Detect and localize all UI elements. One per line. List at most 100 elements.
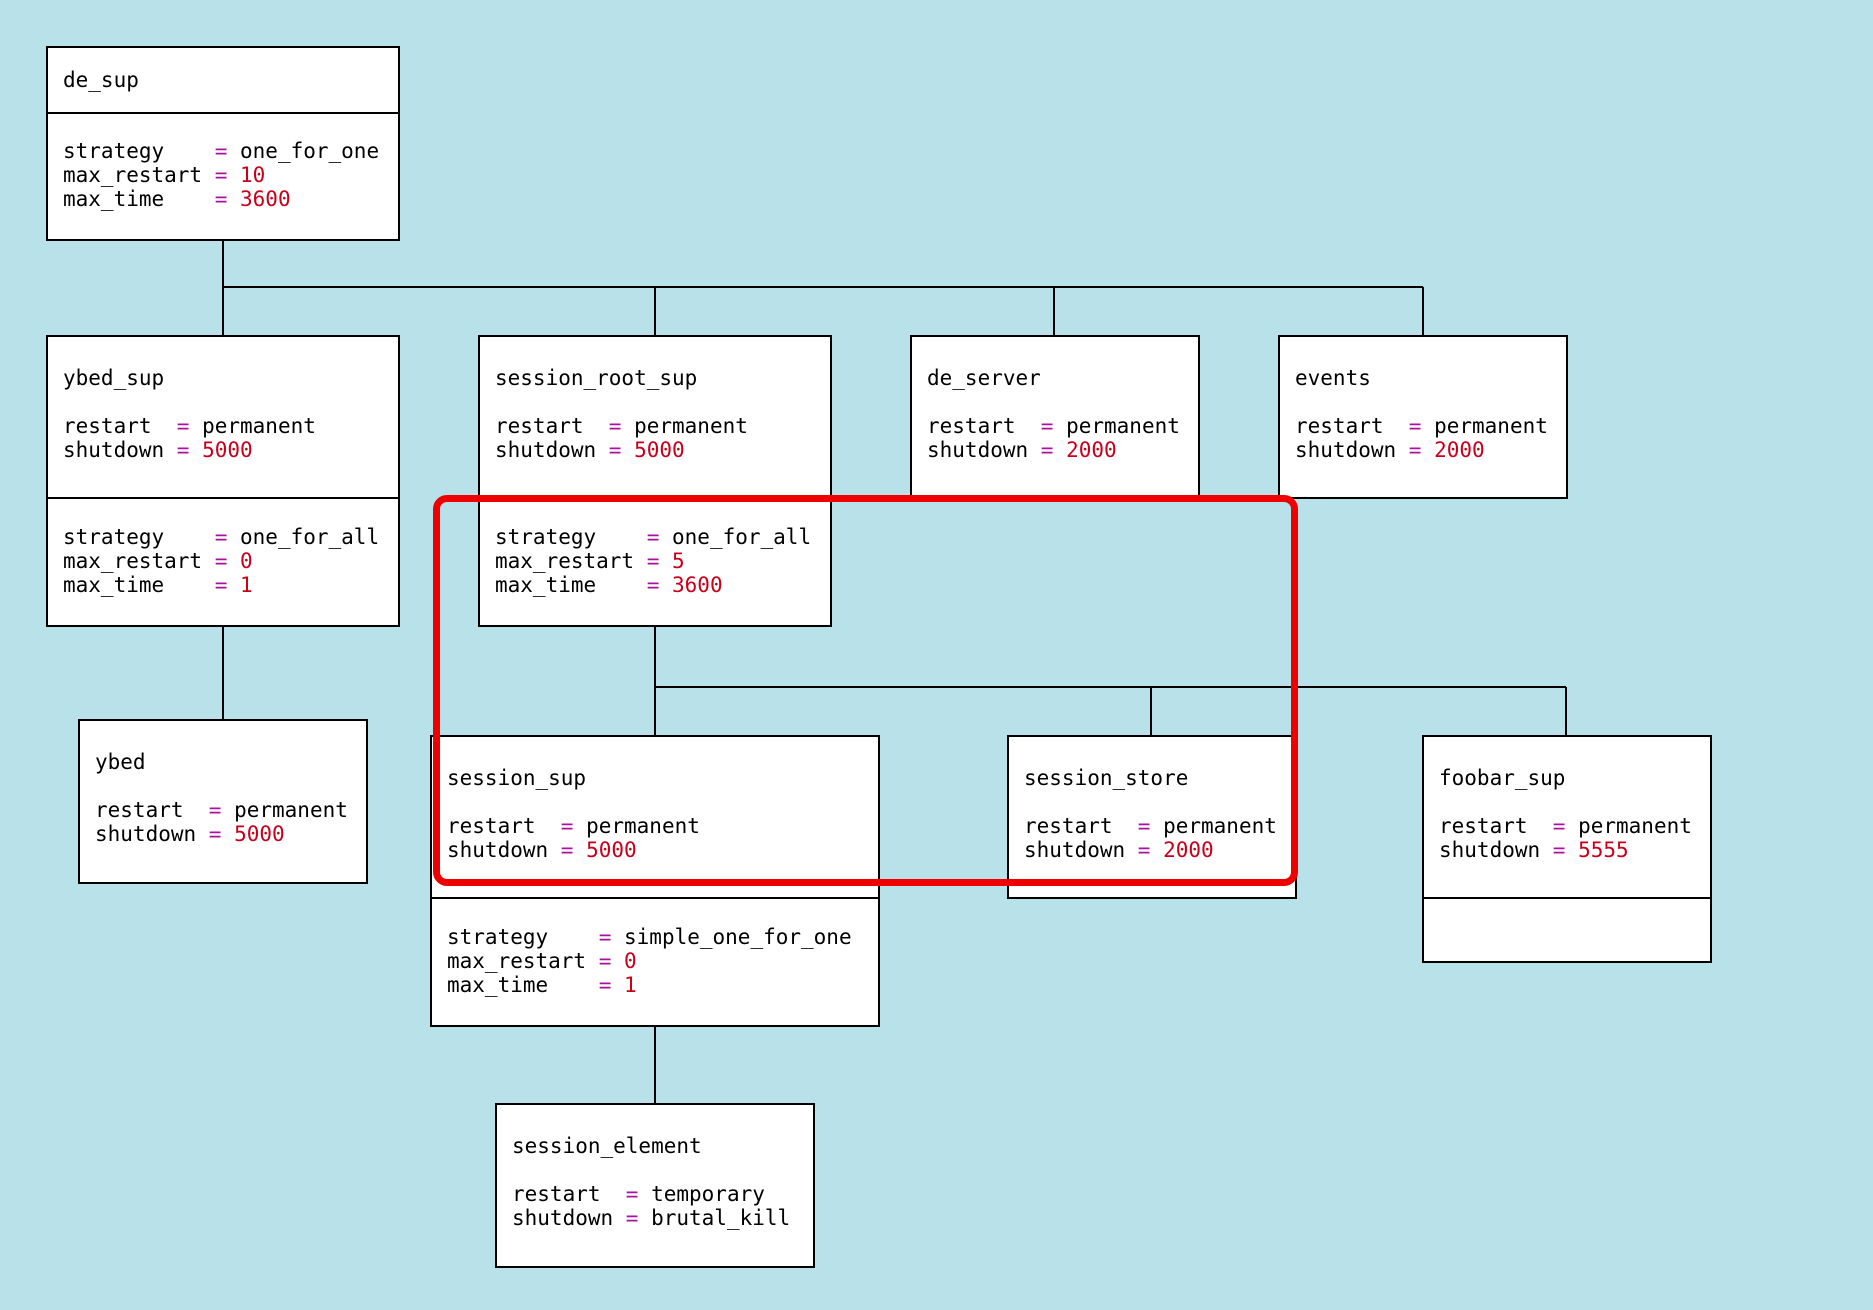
kv-equals: = <box>634 573 673 597</box>
node-title: session_root_sup <box>495 366 698 390</box>
node-child-spec: ybed restart = permanent shutdown = 5000 <box>80 721 366 882</box>
node-foobar-sup[interactable]: foobar_sup restart = permanent shutdown = … <box>1422 735 1712 963</box>
kv-value: 2000 <box>1434 438 1485 462</box>
kv-equals: = <box>1396 414 1435 438</box>
node-session-root-sup[interactable]: session_root_suprestart = permanent shutd… <box>478 335 832 627</box>
kv-equals: = <box>548 838 587 862</box>
node-session-sup[interactable]: session_sup restart = permanent shutdown =… <box>430 735 880 1027</box>
kv-value: 3600 <box>672 573 723 597</box>
kv-equals: = <box>202 549 241 573</box>
kv-value: one_for_all <box>672 525 812 549</box>
kv-line: max_time = 1 <box>63 573 253 597</box>
kv-line: shutdown = 2000 <box>1024 838 1214 862</box>
kv-equals: = <box>613 1182 652 1206</box>
node-session-store[interactable]: session_store restart = permanent shutdown… <box>1007 735 1297 899</box>
node-supervisor-flags: strategy = one_for_all max_restart = 0 max… <box>48 497 398 625</box>
kv-key: shutdown <box>95 822 197 846</box>
kv-key: restart <box>495 414 597 438</box>
kv-line: restart = permanent <box>495 414 748 438</box>
node-title: de_server <box>927 366 1041 390</box>
kv-key: strategy <box>447 925 587 949</box>
kv-key: restart <box>1439 814 1541 838</box>
kv-key: shutdown <box>447 838 549 862</box>
node-header: de_sup <box>48 48 398 112</box>
kv-value: brutal_kill <box>651 1206 791 1230</box>
kv-value: 5555 <box>1578 838 1629 862</box>
node-events[interactable]: events restart = permanent shutdown = 2000 <box>1278 335 1568 499</box>
node-de-server[interactable]: de_serverrestart = permanent shutdown = 2… <box>910 335 1200 499</box>
node-ybed-sup[interactable]: ybed_sup restart = permanent shutdown = 50… <box>46 335 400 627</box>
kv-line: strategy = one_for_all <box>495 525 811 549</box>
kv-key: shutdown <box>1024 838 1126 862</box>
kv-equals: = <box>196 798 235 822</box>
kv-value: 5000 <box>586 838 637 862</box>
node-supervisor-flags <box>1424 897 1710 961</box>
node-child-spec: ybed_sup restart = permanent shutdown = 50… <box>48 337 398 497</box>
kv-value: 0 <box>624 949 637 973</box>
kv-equals: = <box>613 1206 652 1230</box>
kv-line: restart = permanent <box>927 414 1180 438</box>
kv-value: permanent <box>202 414 316 438</box>
kv-value: permanent <box>234 798 348 822</box>
kv-equals: = <box>548 814 587 838</box>
supervision-tree: de_sup strategy = one_for_one max_restart … <box>0 0 1873 1310</box>
kv-key: strategy <box>495 525 635 549</box>
kv-equals: = <box>1125 814 1164 838</box>
node-title: ybed_sup <box>63 366 165 390</box>
node-title: session_sup <box>447 766 587 790</box>
kv-equals: = <box>164 414 203 438</box>
kv-value: 1 <box>624 973 637 997</box>
kv-value: 5000 <box>234 822 285 846</box>
kv-equals: = <box>596 414 635 438</box>
kv-line: strategy = one_for_one <box>63 139 379 163</box>
kv-value: 2000 <box>1066 438 1117 462</box>
kv-key: restart <box>927 414 1029 438</box>
kv-key: strategy <box>63 525 203 549</box>
kv-key: max_time <box>63 187 203 211</box>
kv-value: permanent <box>1434 414 1548 438</box>
node-supervisor-flags: strategy = one_for_all max_restart = 5 max… <box>480 497 830 625</box>
kv-key: shutdown <box>1439 838 1541 862</box>
kv-key: shutdown <box>927 438 1029 462</box>
kv-line: shutdown = 5000 <box>63 438 253 462</box>
kv-value: permanent <box>586 814 700 838</box>
kv-line: shutdown = 5000 <box>95 822 285 846</box>
kv-line: shutdown = 2000 <box>927 438 1117 462</box>
node-child-spec: session_root_suprestart = permanent shutd… <box>480 337 830 497</box>
kv-equals: = <box>1540 814 1579 838</box>
kv-value: one_for_one <box>240 139 380 163</box>
node-de-sup[interactable]: de_sup strategy = one_for_one max_restart … <box>46 46 400 241</box>
kv-equals: = <box>1028 438 1067 462</box>
kv-key: shutdown <box>495 438 597 462</box>
node-child-spec: de_serverrestart = permanent shutdown = 2… <box>912 337 1198 497</box>
node-ybed[interactable]: ybed restart = permanent shutdown = 5000 <box>78 719 368 884</box>
node-child-spec: session_store restart = permanent shutdown… <box>1009 737 1295 897</box>
kv-key: restart <box>95 798 197 822</box>
kv-value: permanent <box>1578 814 1692 838</box>
kv-line: max_restart = 0 <box>63 549 253 573</box>
node-session-element[interactable]: session_element restart = temporary shutdo… <box>495 1103 815 1268</box>
kv-key: max_restart <box>63 163 203 187</box>
kv-equals: = <box>1125 838 1164 862</box>
node-title: events <box>1295 366 1371 390</box>
node-supervisor-flags: strategy = simple_one_for_one max_restart… <box>432 897 878 1025</box>
kv-equals: = <box>202 187 241 211</box>
kv-line: max_time = 3600 <box>63 187 291 211</box>
kv-key: max_restart <box>447 949 587 973</box>
kv-key: max_time <box>495 573 635 597</box>
kv-line: strategy = one_for_all <box>63 525 379 549</box>
node-title: de_sup <box>63 68 139 92</box>
kv-equals: = <box>1396 438 1435 462</box>
node-title: ybed <box>95 750 146 774</box>
kv-equals: = <box>1540 838 1579 862</box>
kv-key: max_time <box>447 973 587 997</box>
kv-line: shutdown = 5555 <box>1439 838 1629 862</box>
kv-equals: = <box>1028 414 1067 438</box>
kv-line: restart = temporary <box>512 1182 765 1206</box>
node-child-spec: foobar_sup restart = permanent shutdown = … <box>1424 737 1710 897</box>
kv-equals: = <box>202 139 241 163</box>
kv-line: strategy = simple_one_for_one <box>447 925 852 949</box>
kv-key: shutdown <box>63 438 165 462</box>
node-child-spec: events restart = permanent shutdown = 2000 <box>1280 337 1566 497</box>
kv-value: 0 <box>240 549 253 573</box>
